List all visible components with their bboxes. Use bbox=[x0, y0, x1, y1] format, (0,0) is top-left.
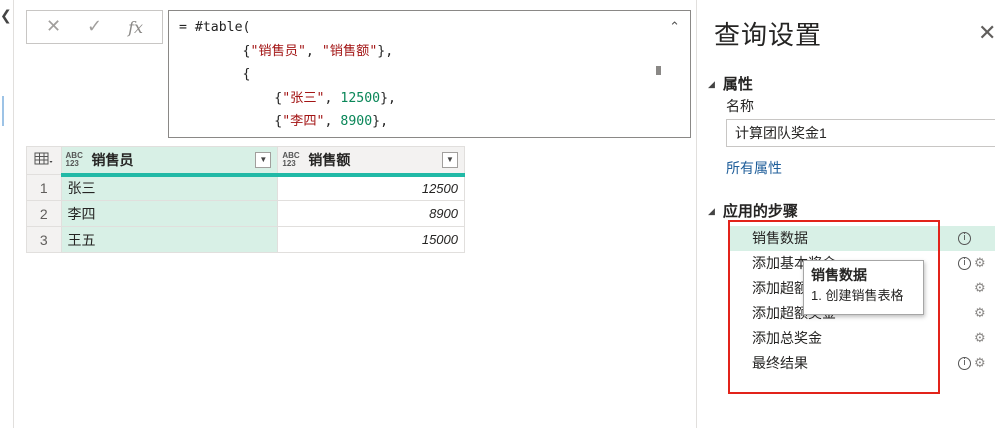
cell-seller[interactable]: 张三 bbox=[60, 174, 279, 201]
cell-seller[interactable]: 王五 bbox=[60, 226, 279, 253]
row-number[interactable]: 3 bbox=[26, 226, 62, 253]
tooltip-body: 1. 创建销售表格 bbox=[811, 288, 904, 303]
cell-amount[interactable]: 8900 bbox=[277, 200, 465, 227]
table-icon bbox=[34, 152, 53, 165]
row-number[interactable]: 1 bbox=[26, 174, 62, 201]
data-grid: ABC 123 销售员 ▼ ABC 123 销售额 ▼ 1 张三 12500 2 李四 … bbox=[26, 146, 465, 253]
column-name: 销售额 bbox=[308, 151, 351, 168]
applied-step[interactable]: 添加总奖金 ⚙ bbox=[728, 326, 995, 351]
gear-icon[interactable]: ⚙ bbox=[974, 251, 986, 276]
filter-dropdown-button[interactable]: ▼ bbox=[442, 152, 458, 168]
info-icon[interactable]: i bbox=[958, 232, 971, 245]
table-menu-button[interactable] bbox=[26, 146, 62, 175]
applied-step[interactable]: 销售数据 i bbox=[728, 226, 995, 251]
chevron-up-icon[interactable]: ⌃ bbox=[669, 19, 680, 35]
properties-heading-label: 属性 bbox=[722, 76, 753, 93]
formula-scrollbar[interactable] bbox=[656, 66, 661, 75]
table-row: 3 王五 15000 bbox=[26, 226, 465, 253]
info-icon[interactable]: i bbox=[958, 357, 971, 370]
tooltip-title: 销售数据 bbox=[811, 267, 867, 283]
info-icon[interactable]: i bbox=[958, 257, 971, 270]
properties-heading[interactable]: ◢ 属性 bbox=[708, 73, 753, 94]
gear-icon[interactable]: ⚙ bbox=[974, 326, 986, 351]
row-number[interactable]: 2 bbox=[26, 200, 62, 227]
step-tooltip: 销售数据 1. 创建销售表格 bbox=[803, 260, 924, 315]
query-name-input[interactable] bbox=[726, 119, 995, 147]
filter-dropdown-button[interactable]: ▼ bbox=[255, 152, 272, 168]
applied-steps-heading-label: 应用的步骤 bbox=[722, 203, 798, 220]
collapse-triangle-icon[interactable]: ◢ bbox=[708, 79, 715, 89]
all-properties-link[interactable]: 所有属性 bbox=[726, 158, 782, 178]
cell-amount[interactable]: 12500 bbox=[277, 174, 465, 201]
close-icon[interactable]: ✕ bbox=[46, 18, 61, 36]
column-header-seller[interactable]: ABC 123 销售员 ▼ bbox=[60, 146, 279, 177]
fx-icon[interactable]: fx bbox=[128, 18, 143, 37]
applied-step-label: 最终结果 bbox=[752, 355, 808, 371]
type-any-icon[interactable]: ABC 123 bbox=[66, 151, 86, 168]
column-name: 销售员 bbox=[91, 151, 134, 168]
applied-step-label: 销售数据 bbox=[752, 230, 808, 246]
pane-divider[interactable] bbox=[696, 0, 697, 428]
applied-step[interactable]: 最终结果 i ⚙ bbox=[728, 351, 995, 376]
applied-step-label: 添加总奖金 bbox=[752, 330, 822, 346]
name-label: 名称 bbox=[726, 98, 754, 114]
gear-icon[interactable]: ⚙ bbox=[974, 351, 986, 376]
table-row: 2 李四 8900 bbox=[26, 200, 465, 227]
formula-editor[interactable]: = #table( {"销售员", "销售额"}, { {"张三", 12500… bbox=[168, 10, 691, 138]
cell-seller[interactable]: 李四 bbox=[60, 200, 279, 227]
check-icon[interactable]: ✓ bbox=[87, 18, 102, 36]
gear-icon[interactable]: ⚙ bbox=[974, 301, 986, 326]
table-row: 1 张三 12500 bbox=[26, 174, 465, 201]
query-settings-title: 查询设置 bbox=[714, 20, 823, 50]
collapse-triangle-icon[interactable]: ◢ bbox=[708, 206, 715, 216]
cell-amount[interactable]: 15000 bbox=[277, 226, 465, 253]
applied-steps-heading[interactable]: ◢ 应用的步骤 bbox=[708, 200, 798, 221]
type-any-icon[interactable]: ABC 123 bbox=[282, 151, 302, 168]
column-header-amount[interactable]: ABC 123 销售额 ▼ bbox=[277, 146, 465, 177]
chevron-left-icon[interactable]: ❮ bbox=[0, 8, 12, 22]
gear-icon[interactable]: ⚙ bbox=[974, 276, 986, 301]
queries-pane-collapsed[interactable]: ❮ bbox=[0, 0, 14, 428]
queries-pane-marker bbox=[2, 96, 8, 126]
formula-bar-controls: ✕ ✓ fx bbox=[26, 10, 163, 44]
formula-text[interactable]: = #table( {"销售员", "销售额"}, { {"张三", 12500… bbox=[169, 11, 690, 137]
close-icon[interactable]: ✕ bbox=[978, 22, 995, 44]
